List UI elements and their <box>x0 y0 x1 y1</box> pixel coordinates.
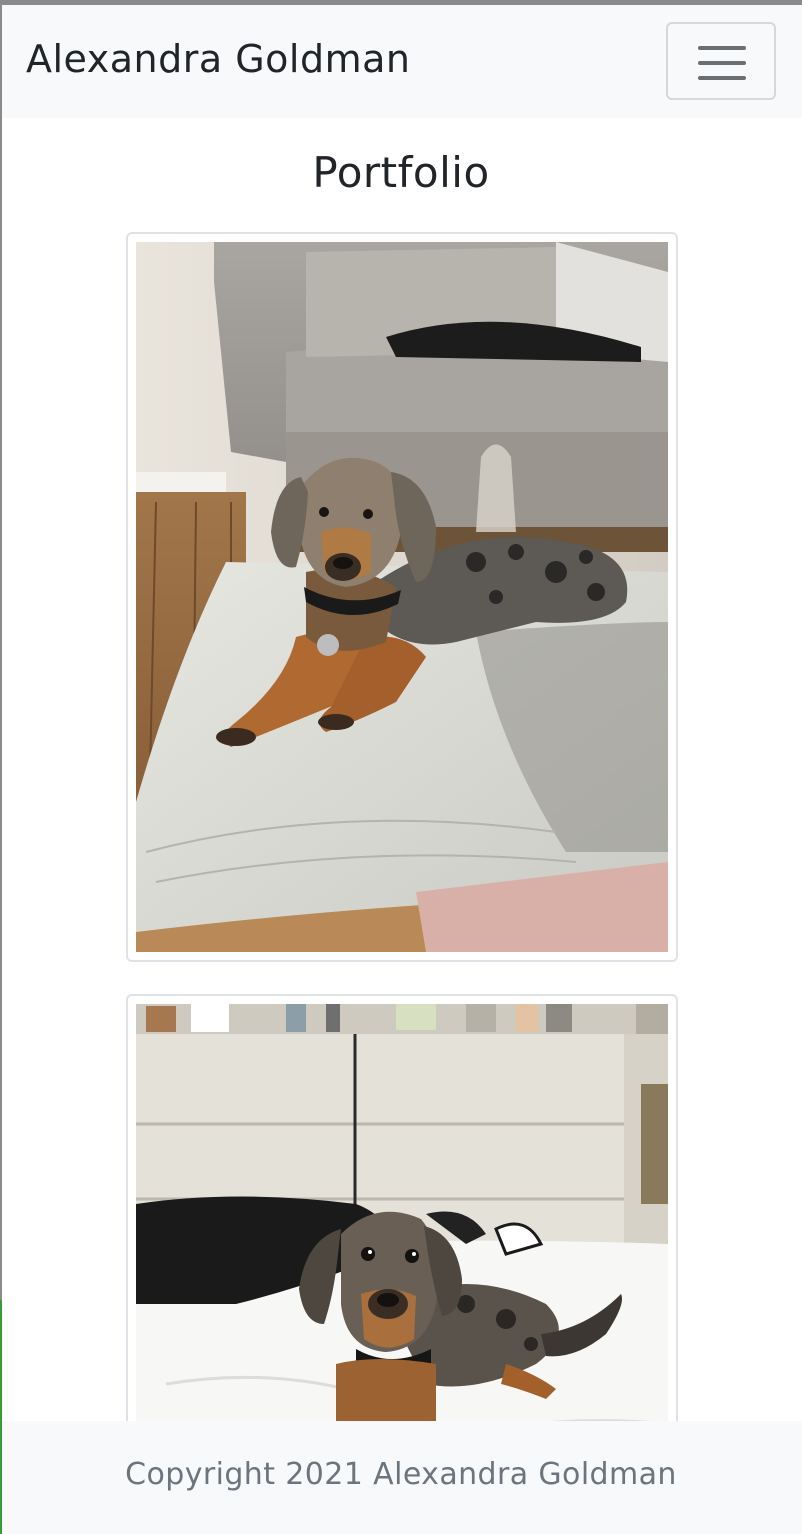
copyright-text: Copyright 2021 Alexandra Goldman <box>125 1457 677 1492</box>
brand-link[interactable]: Alexandra Goldman <box>26 37 411 81</box>
navbar-toggle-button[interactable] <box>666 22 776 100</box>
page: Alexandra Goldman Portfolio Copyright 20… <box>0 0 802 1534</box>
page-title: Portfolio <box>312 148 490 197</box>
navbar: Alexandra Goldman <box>0 5 802 118</box>
dog-on-cushion-photo <box>136 242 668 952</box>
portfolio-thumbnail[interactable] <box>126 232 678 962</box>
window-top-edge <box>0 0 802 5</box>
footer: Copyright 2021 Alexandra Goldman <box>0 1421 802 1534</box>
